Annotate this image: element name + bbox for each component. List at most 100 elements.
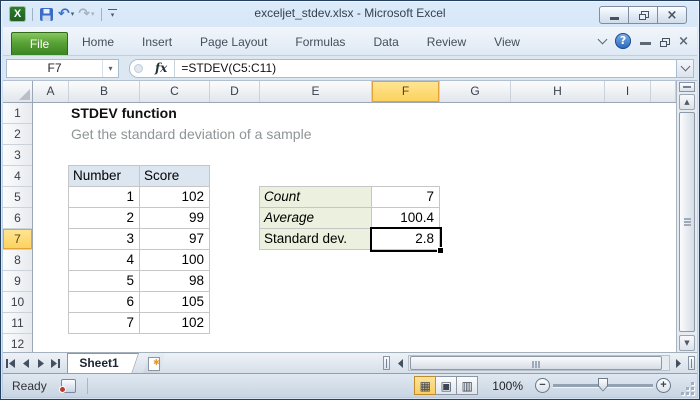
next-sheet-button[interactable] [33, 353, 48, 373]
tab-split-handle[interactable] [383, 356, 390, 370]
previous-sheet-button[interactable] [18, 353, 33, 373]
cell-E7[interactable]: Standard dev. [260, 229, 372, 250]
sheet-tab-sheet1[interactable]: Sheet1 [67, 353, 139, 373]
minimize-button[interactable] [599, 6, 629, 24]
zoom-in-button[interactable]: + [656, 378, 671, 393]
cell-E5[interactable]: Count [260, 187, 372, 208]
insert-function-button[interactable]: fx [148, 61, 174, 75]
row-header-5[interactable]: 5 [3, 187, 32, 208]
row-header-6[interactable]: 6 [3, 208, 32, 229]
scroll-right-button[interactable] [671, 355, 685, 371]
cell-C10[interactable]: 105 [140, 292, 210, 313]
view-shortcuts: ▦ ▣ ▥ [414, 376, 479, 395]
column-header-H[interactable]: H [511, 81, 605, 102]
vertical-scrollbar[interactable]: ▲ ▼ [676, 81, 697, 352]
zoom-slider-track[interactable] [553, 377, 653, 392]
scroll-left-button[interactable] [393, 355, 407, 371]
tab-insert[interactable]: Insert [128, 29, 186, 55]
tab-view[interactable]: View [480, 29, 534, 55]
scrollbar-split-handle[interactable] [688, 356, 695, 370]
tab-data[interactable]: Data [359, 29, 412, 55]
cell-B6[interactable]: 2 [69, 208, 140, 229]
cell-B10[interactable]: 6 [69, 292, 140, 313]
tab-home[interactable]: Home [68, 29, 128, 55]
column-header-C[interactable]: C [140, 81, 210, 102]
tab-file[interactable]: File [11, 32, 68, 55]
column-header-B[interactable]: B [69, 81, 140, 102]
cell-C4[interactable]: Score [140, 166, 210, 187]
cell-C6[interactable]: 99 [140, 208, 210, 229]
expand-ribbon-icon[interactable] [597, 34, 608, 45]
sheet-canvas[interactable]: STDEV function Get the standard deviatio… [33, 103, 676, 352]
column-header-E[interactable]: E [260, 81, 372, 102]
column-header-A[interactable]: A [33, 81, 69, 102]
cell-B7[interactable]: 3 [69, 229, 140, 250]
cell-B1-title[interactable]: STDEV function [71, 103, 177, 124]
cell-C9[interactable]: 98 [140, 271, 210, 292]
select-all-corner[interactable] [3, 81, 33, 102]
row-header-8[interactable]: 8 [3, 250, 32, 271]
column-header-stub[interactable] [651, 81, 676, 102]
cell-E6[interactable]: Average [260, 208, 372, 229]
page-layout-view-button[interactable]: ▣ [435, 376, 458, 395]
normal-view-button[interactable]: ▦ [414, 376, 437, 395]
row-header-3[interactable]: 3 [3, 145, 32, 166]
zoom-level[interactable]: 100% [492, 379, 523, 393]
cell-B5[interactable]: 1 [69, 187, 140, 208]
cell-F6[interactable]: 100.4 [372, 208, 440, 229]
row-header-1[interactable]: 1 [3, 103, 32, 124]
column-header-I[interactable]: I [605, 81, 651, 102]
table-row: 3 97 [69, 229, 210, 250]
cell-C5[interactable]: 102 [140, 187, 210, 208]
formula-input[interactable]: =STDEV(C5:C11) [175, 61, 676, 75]
fill-handle[interactable] [437, 247, 443, 253]
first-sheet-button[interactable] [3, 353, 18, 373]
column-header-G[interactable]: G [440, 81, 511, 102]
chevron-down-icon[interactable]: ▾ [102, 59, 118, 77]
chevron-down-icon [680, 61, 690, 72]
close-button[interactable]: × [657, 6, 687, 24]
scroll-up-button[interactable]: ▲ [679, 94, 695, 110]
row-header-7[interactable]: 7 [3, 229, 32, 250]
scroll-down-button[interactable]: ▼ [679, 335, 695, 351]
column-header-D[interactable]: D [210, 81, 260, 102]
last-sheet-button[interactable] [48, 353, 63, 373]
record-macro-button[interactable] [57, 377, 79, 395]
zoom-slider-handle[interactable] [598, 377, 608, 392]
zoom-out-button[interactable]: − [535, 378, 550, 393]
split-handle[interactable] [679, 82, 695, 92]
row-header-12[interactable]: 12 [3, 334, 32, 352]
tab-page-layout[interactable]: Page Layout [186, 29, 281, 55]
row-header-11[interactable]: 11 [3, 313, 32, 334]
tab-review[interactable]: Review [413, 29, 480, 55]
cell-B11[interactable]: 7 [69, 313, 140, 334]
resize-grip[interactable] [681, 381, 695, 396]
row-header-9[interactable]: 9 [3, 271, 32, 292]
insert-worksheet-button[interactable]: ✱ [139, 353, 169, 373]
workbook-minimize-icon[interactable] [640, 42, 652, 45]
cell-F5[interactable]: 7 [372, 187, 440, 208]
horizontal-scroll-thumb[interactable] [410, 356, 662, 370]
cell-C11[interactable]: 102 [140, 313, 210, 334]
workbook-restore-icon[interactable] [660, 37, 671, 47]
restore-button[interactable] [628, 6, 658, 24]
workbook-close-icon[interactable]: × [678, 34, 689, 49]
cell-C8[interactable]: 100 [140, 250, 210, 271]
tab-formulas[interactable]: Formulas [281, 29, 359, 55]
column-header-F[interactable]: F [372, 81, 440, 102]
horizontal-scrollbar[interactable] [408, 355, 670, 371]
row-header-2[interactable]: 2 [3, 124, 32, 145]
cell-B4[interactable]: Number [69, 166, 140, 187]
cell-B9[interactable]: 5 [69, 271, 140, 292]
help-button[interactable]: ? [615, 33, 632, 49]
row-header-4[interactable]: 4 [3, 166, 32, 187]
vertical-scroll-thumb[interactable] [679, 112, 695, 332]
cell-B8[interactable]: 4 [69, 250, 140, 271]
row-header-10[interactable]: 10 [3, 292, 32, 313]
splitter-handle[interactable] [134, 63, 143, 73]
expand-formula-bar-button[interactable] [677, 58, 694, 78]
cell-B2-subtitle[interactable]: Get the standard deviation of a sample [71, 124, 311, 145]
cell-C7[interactable]: 97 [140, 229, 210, 250]
page-break-view-button[interactable]: ▥ [456, 376, 479, 395]
name-box[interactable]: F7 ▾ [6, 58, 119, 78]
